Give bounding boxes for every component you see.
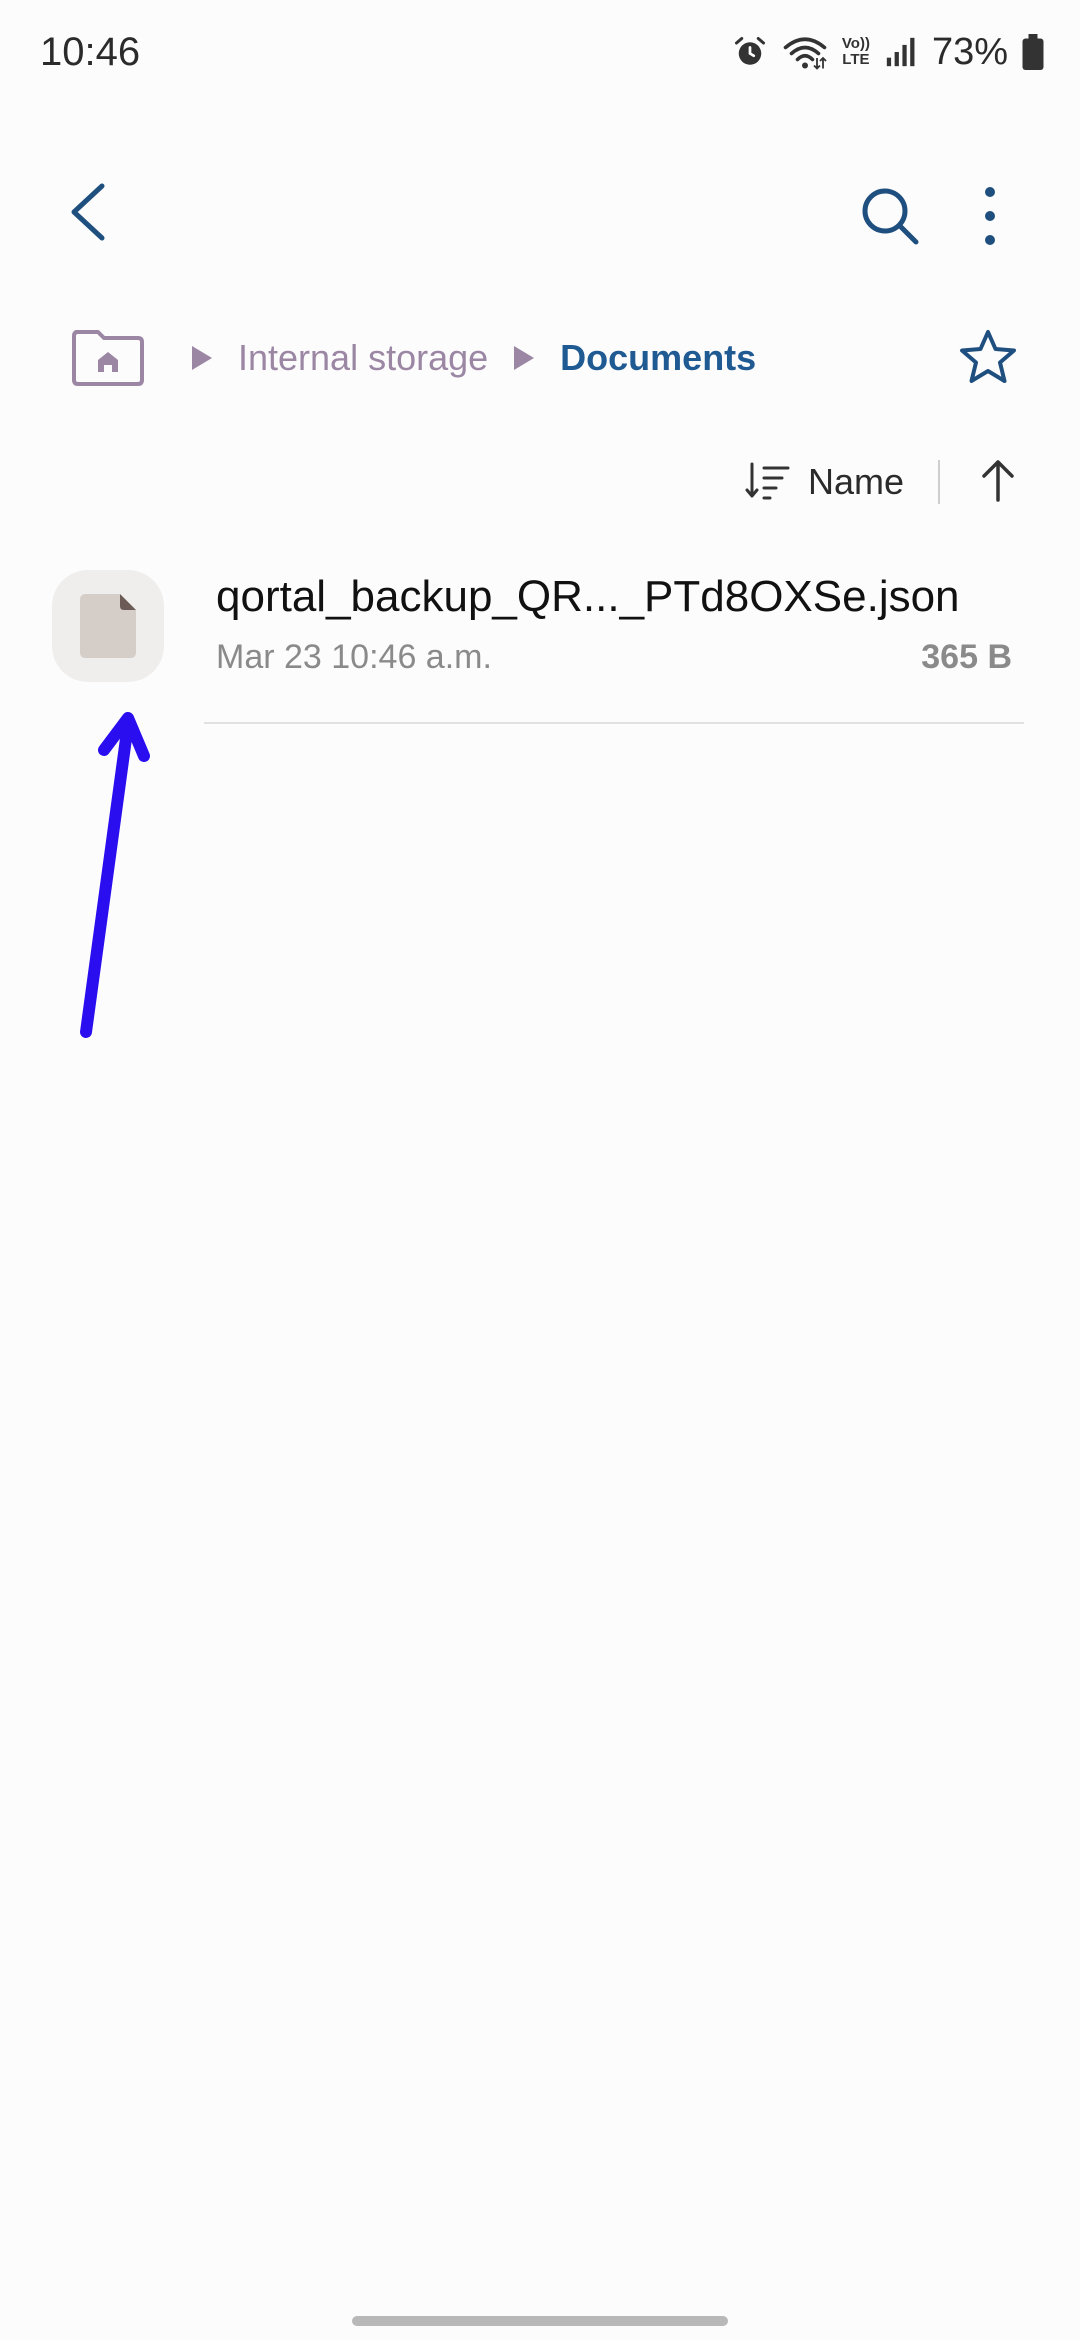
file-icon bbox=[80, 594, 136, 658]
breadcrumb: Internal storage Documents bbox=[70, 322, 756, 394]
breadcrumb-item-documents[interactable]: Documents bbox=[560, 337, 756, 379]
more-options-button[interactable] bbox=[958, 176, 1022, 256]
sort-label: Name bbox=[807, 461, 904, 502]
sort-bar: Name bbox=[744, 452, 1020, 512]
file-size: 365 B bbox=[921, 638, 1012, 676]
breadcrumb-separator-icon bbox=[192, 346, 212, 370]
wifi-icon bbox=[783, 37, 827, 70]
arrow-up-icon bbox=[982, 459, 1014, 502]
home-indicator[interactable] bbox=[352, 2316, 728, 2326]
volte-label-bottom: LTE bbox=[842, 51, 870, 68]
file-thumbnail[interactable] bbox=[52, 570, 164, 682]
star-icon bbox=[960, 330, 1016, 383]
annotation-arrow-icon bbox=[80, 712, 150, 1038]
status-icons: Vo)) LTE 73% bbox=[732, 24, 1044, 80]
home-folder-button[interactable] bbox=[70, 324, 146, 393]
breadcrumb-separator-icon bbox=[514, 346, 535, 370]
breadcrumb-item-internal-storage[interactable]: Internal storage bbox=[238, 337, 488, 379]
sort-direction-button[interactable] bbox=[976, 456, 1020, 509]
search-button[interactable] bbox=[850, 176, 930, 256]
folder-home-icon bbox=[72, 329, 144, 386]
alarm-icon bbox=[734, 37, 765, 65]
battery-percent: 73% bbox=[931, 30, 1008, 73]
signal-icon bbox=[886, 37, 915, 67]
favorite-button[interactable] bbox=[956, 326, 1020, 390]
sort-icon bbox=[745, 462, 790, 500]
list-divider bbox=[204, 722, 1024, 724]
battery-icon bbox=[1022, 34, 1044, 70]
sort-divider bbox=[938, 460, 940, 504]
file-name: qortal_backup_QR..._PTd8OXSe.json bbox=[216, 572, 960, 621]
chevron-left-icon bbox=[71, 183, 105, 241]
volte-label-top: Vo)) bbox=[841, 35, 870, 52]
sort-by-button[interactable]: Name bbox=[744, 458, 938, 506]
search-icon bbox=[862, 188, 919, 245]
file-date: Mar 23 10:46 a.m. bbox=[216, 638, 492, 676]
volte-icon: Vo)) LTE bbox=[842, 36, 870, 68]
more-vert-icon bbox=[985, 187, 995, 245]
status-time: 10:46 bbox=[40, 30, 141, 74]
back-button[interactable] bbox=[56, 168, 120, 256]
